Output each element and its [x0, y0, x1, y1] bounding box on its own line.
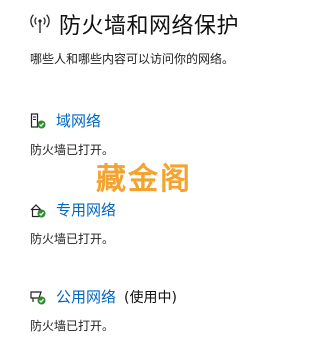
private-network-section: 专用网络 防火墙已打开。	[30, 199, 116, 247]
domain-network-section: 域网络 防火墙已打开。	[30, 110, 114, 158]
wifi-signal-icon	[30, 13, 50, 35]
public-network-section: 公用网络 (使用中) 防火墙已打开。	[30, 286, 177, 334]
page-subtitle: 哪些人和哪些内容可以访问你的网络。	[30, 52, 235, 66]
public-network-status: 防火墙已打开。	[30, 319, 115, 333]
watermark: 藏金阁	[96, 162, 192, 197]
page-header: 防火墙和网络保护	[30, 8, 239, 40]
private-network-link[interactable]: 专用网络	[56, 199, 116, 220]
public-network-link[interactable]: 公用网络	[56, 286, 116, 307]
in-use-indicator: (使用中)	[124, 289, 177, 306]
public-network-icon	[30, 289, 46, 305]
page-title: 防火墙和网络保护	[59, 14, 240, 39]
private-network-status: 防火墙已打开。	[30, 232, 115, 246]
private-network-icon	[30, 202, 46, 218]
public-network-link-row[interactable]: 公用网络 (使用中)	[30, 286, 177, 307]
domain-network-icon	[30, 112, 46, 129]
domain-network-link[interactable]: 域网络	[56, 110, 101, 131]
domain-network-link-row[interactable]: 域网络	[30, 110, 114, 131]
private-network-link-row[interactable]: 专用网络	[30, 199, 116, 220]
